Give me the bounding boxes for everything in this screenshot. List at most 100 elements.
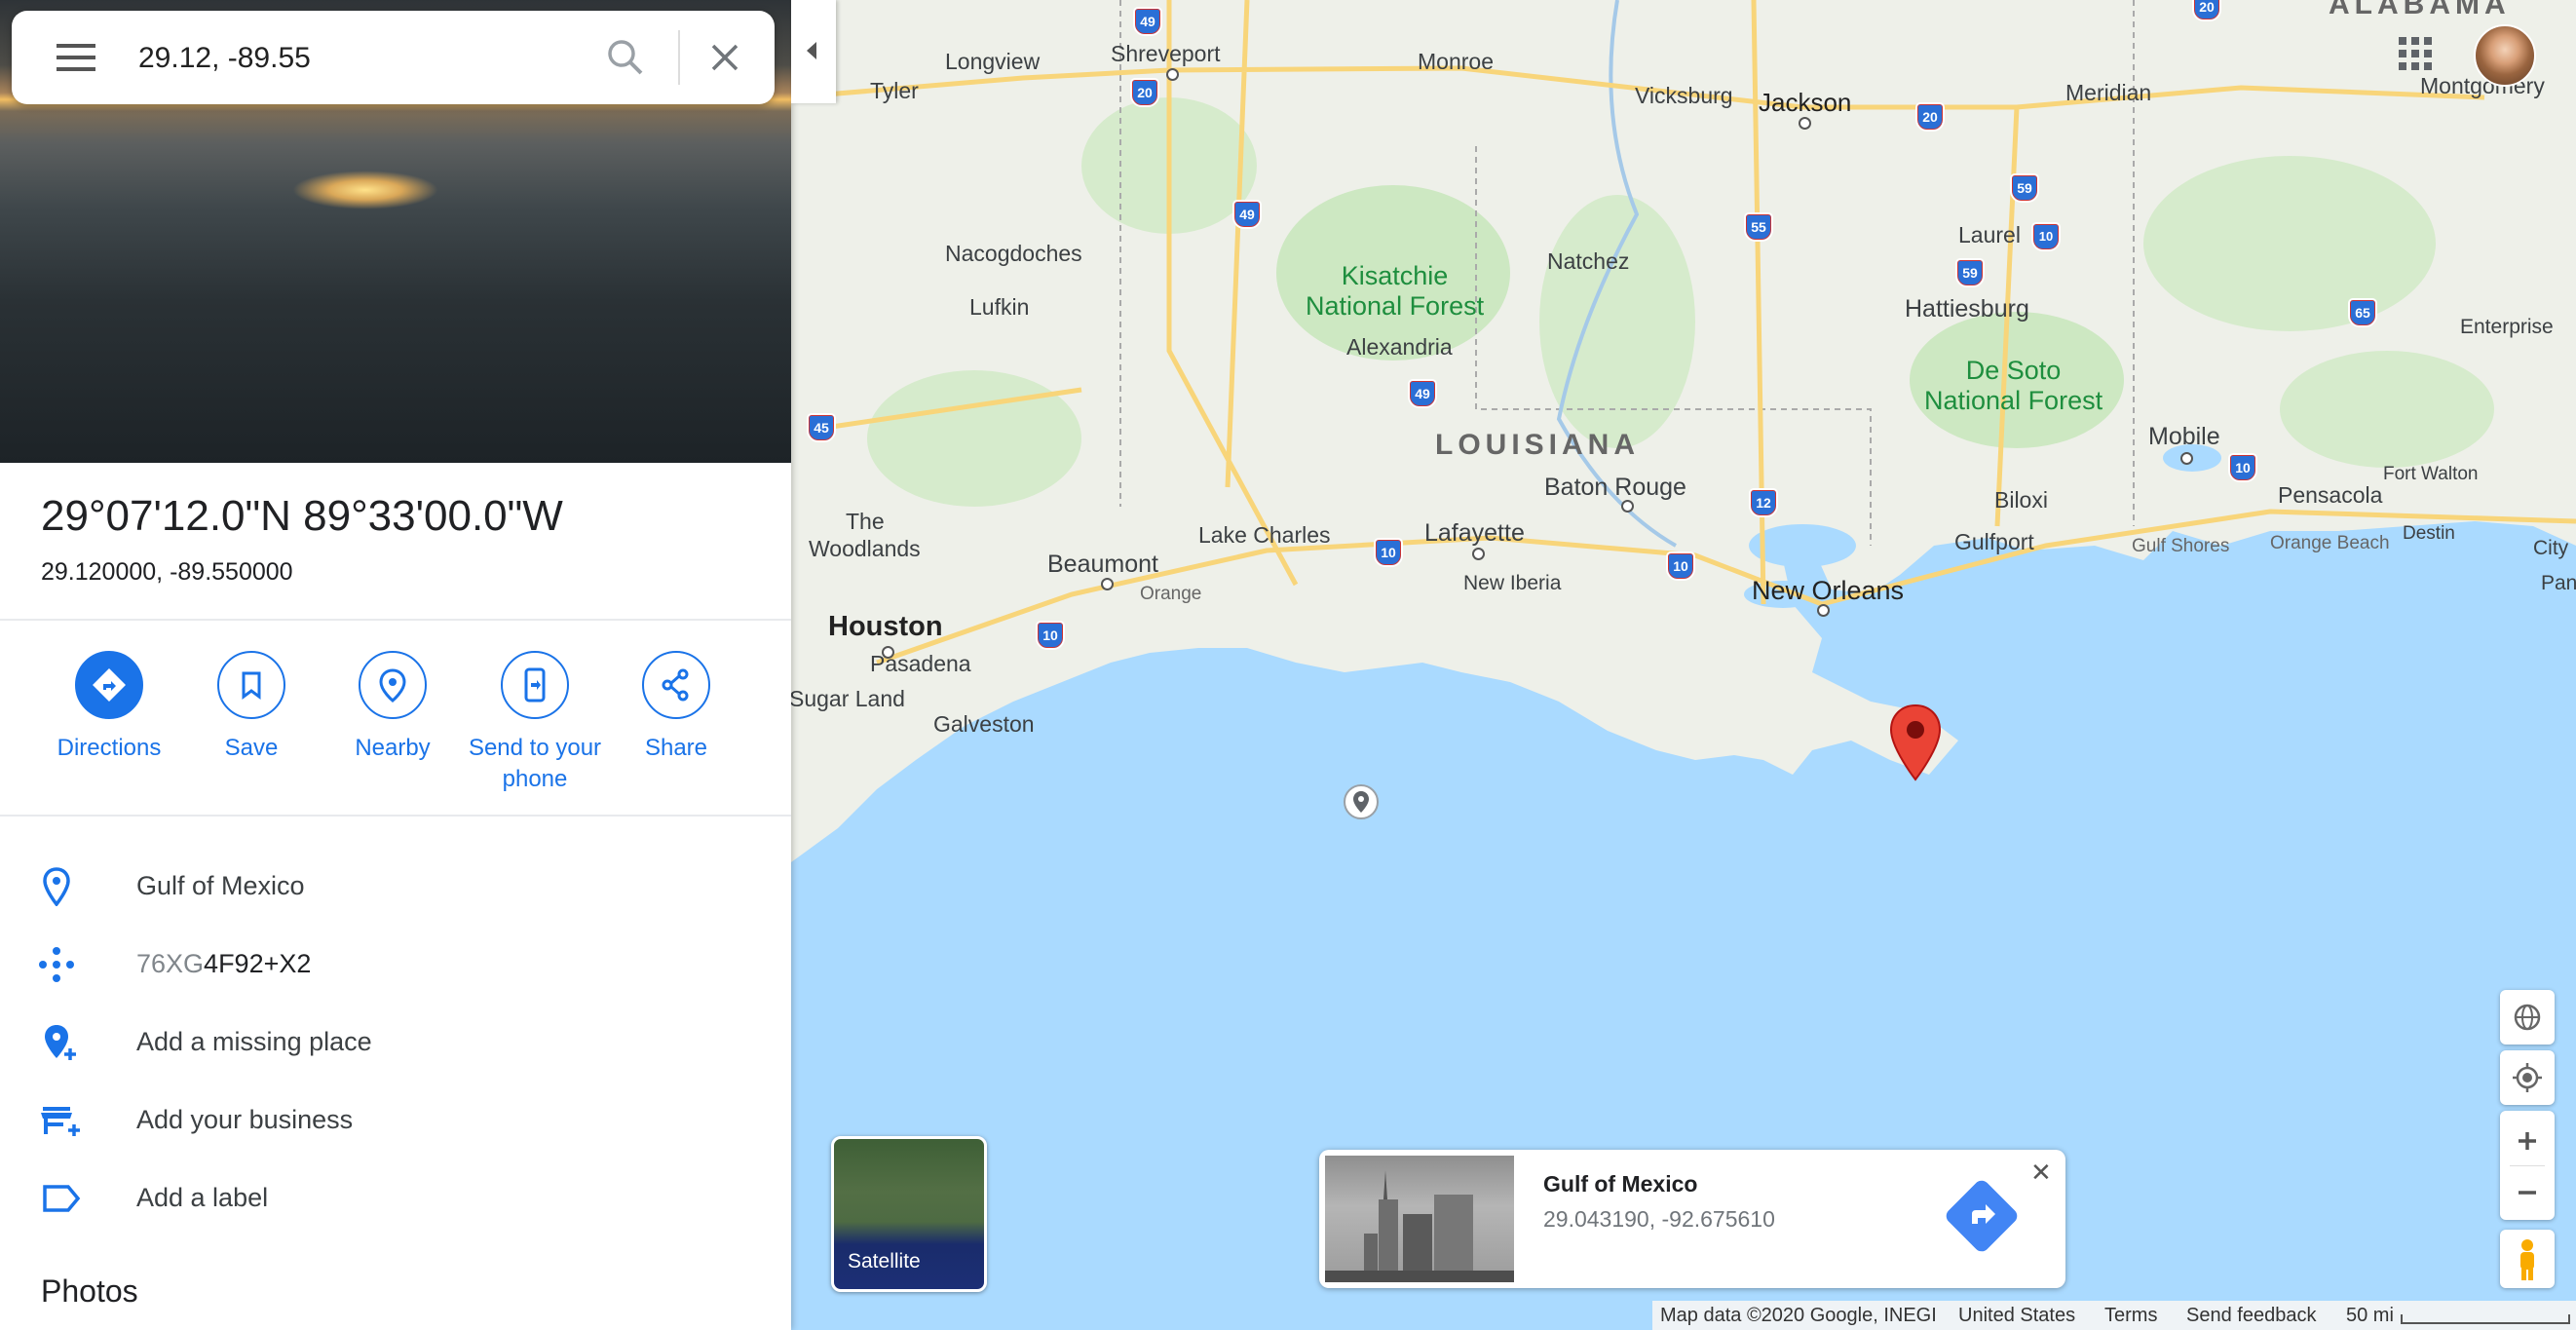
city-label: Baton Rouge (1544, 474, 1686, 501)
highway-shield: 10 (1666, 551, 1695, 581)
city-label: Pensacola (2278, 482, 2383, 508)
city-label: Houston (828, 611, 943, 642)
zoom-out-button[interactable] (2500, 1165, 2555, 1220)
highway-shield: 10 (2228, 453, 2257, 482)
city-label: New Orleans (1752, 576, 1905, 605)
location-pin-icon[interactable] (1888, 703, 1943, 781)
place-decimal-coords: 29.120000, -89.550000 (41, 558, 293, 586)
location-row[interactable]: Gulf of Mexico (0, 857, 791, 916)
scale-label: 50 mi (2346, 1305, 2394, 1326)
city-label: The (846, 509, 885, 534)
nearby-pin-glyph (379, 668, 406, 703)
city-label: Gulfport (1954, 529, 2034, 554)
plus-icon (2519, 1132, 2536, 1150)
directions-icon (75, 651, 143, 719)
search-result-pin-icon[interactable] (1342, 782, 1381, 821)
country-link[interactable]: United States (1958, 1305, 2075, 1327)
minus-icon (2519, 1191, 2536, 1195)
card-directions-icon[interactable] (1943, 1177, 2021, 1255)
directions-arrow-icon (1972, 1204, 1995, 1224)
divider (0, 619, 791, 621)
city-dot (1472, 548, 1485, 560)
satellite-layer-toggle[interactable]: Satellite (831, 1136, 987, 1292)
highway-shield: 10 (1374, 538, 1403, 567)
city-dot (1101, 578, 1114, 590)
add-business-icon (41, 1107, 80, 1136)
add-missing-place-row[interactable]: Add a missing place (0, 1013, 791, 1072)
photos-heading: Photos (41, 1273, 138, 1309)
city-label: Monroe (1418, 49, 1494, 74)
place-preview-card[interactable]: Gulf of Mexico 29.043190, -92.675610 ✕ (1319, 1150, 2065, 1288)
city-label: New Iberia (1463, 572, 1562, 594)
highway-shield: 45 (807, 413, 836, 442)
apps-grid-icon[interactable] (2399, 37, 2432, 70)
place-panel: 29°07'12.0"N 89°33'00.0"W 29.120000, -89… (0, 0, 791, 1330)
sunset-glow (292, 171, 438, 209)
collapse-panel-button[interactable] (791, 0, 836, 103)
search-divider (678, 30, 680, 85)
forest-name: De Soto (1965, 356, 2062, 385)
close-icon[interactable] (705, 38, 744, 77)
city-label: Enterprise (2460, 316, 2554, 338)
pegman-button[interactable] (2500, 1230, 2555, 1288)
directions-label: Directions (57, 735, 162, 761)
city-label: Laurel (1958, 222, 2021, 247)
city-label: Alexandria (1346, 334, 1453, 360)
forest-label-kisatchie: Kisatchie National Forest (1306, 261, 1484, 322)
divider (0, 815, 791, 817)
send-feedback-link[interactable]: Send feedback (2186, 1305, 2316, 1327)
my-location-button[interactable] (2500, 1050, 2555, 1105)
city-label: Gulf Shores (2132, 536, 2230, 556)
card-close-icon[interactable]: ✕ (2030, 1158, 2052, 1188)
save-button[interactable]: Save (178, 651, 324, 764)
globe-icon (2514, 1004, 2541, 1031)
add-label-row[interactable]: Add a label (0, 1169, 791, 1228)
city-label: Pan (2541, 572, 2576, 594)
city-label: Vicksburg (1635, 83, 1733, 108)
highway-shield: 20 (1915, 102, 1945, 132)
my-location-icon (2513, 1063, 2542, 1092)
highway-shield: 49 (1408, 379, 1437, 408)
plus-code-row[interactable]: 76XG4F92+X2 (0, 935, 791, 994)
building-illustration (1325, 1170, 1514, 1282)
highway-shield: 12 (1749, 488, 1778, 517)
city-label: Beaumont (1047, 551, 1158, 578)
nearby-icon (359, 651, 427, 719)
highway-shield: 59 (1955, 258, 1985, 287)
highway-shield: 55 (1744, 212, 1773, 242)
city-label: Lufkin (969, 294, 1030, 320)
location-text: Gulf of Mexico (136, 871, 305, 900)
nearby-label: Nearby (355, 735, 431, 761)
directions-diamond-icon (93, 668, 126, 702)
directions-button[interactable]: Directions (36, 651, 182, 764)
city-label: Orange Beach (2270, 533, 2390, 553)
search-input[interactable] (136, 36, 569, 81)
add-missing-place-text: Add a missing place (136, 1027, 372, 1056)
city-label: Biloxi (1994, 487, 2048, 513)
city-label: Galveston (933, 711, 1035, 737)
city-label: Woodlands (809, 536, 921, 561)
search-bar (12, 11, 775, 104)
city-label: Shreveport (1111, 41, 1221, 66)
zoom-in-button[interactable] (2500, 1111, 2555, 1165)
send-to-phone-label: Send to your phone (462, 733, 608, 795)
city-label: Orange (1140, 584, 1202, 604)
highway-shield: 10 (2031, 222, 2061, 251)
add-business-row[interactable]: Add your business (0, 1091, 791, 1150)
share-button[interactable]: Share (603, 651, 749, 764)
bookmark-glyph (242, 671, 261, 700)
nearby-button[interactable]: Nearby (320, 651, 466, 764)
search-icon[interactable] (604, 36, 647, 79)
menu-icon[interactable] (57, 44, 95, 71)
send-to-phone-button[interactable]: Send to your phone (462, 651, 608, 795)
send-to-phone-line2: phone (502, 766, 568, 792)
city-label: Sugar Land (789, 686, 905, 711)
forest-type: National Forest (1306, 291, 1485, 321)
city-label: Jackson (1759, 88, 1852, 117)
highway-shield: 10 (1036, 621, 1065, 650)
highway-shield: 59 (2010, 173, 2039, 203)
globe-view-button[interactable] (2500, 990, 2555, 1045)
user-avatar[interactable] (2474, 24, 2536, 87)
city-label: Hattiesburg (1905, 295, 2029, 323)
terms-link[interactable]: Terms (2104, 1305, 2157, 1327)
